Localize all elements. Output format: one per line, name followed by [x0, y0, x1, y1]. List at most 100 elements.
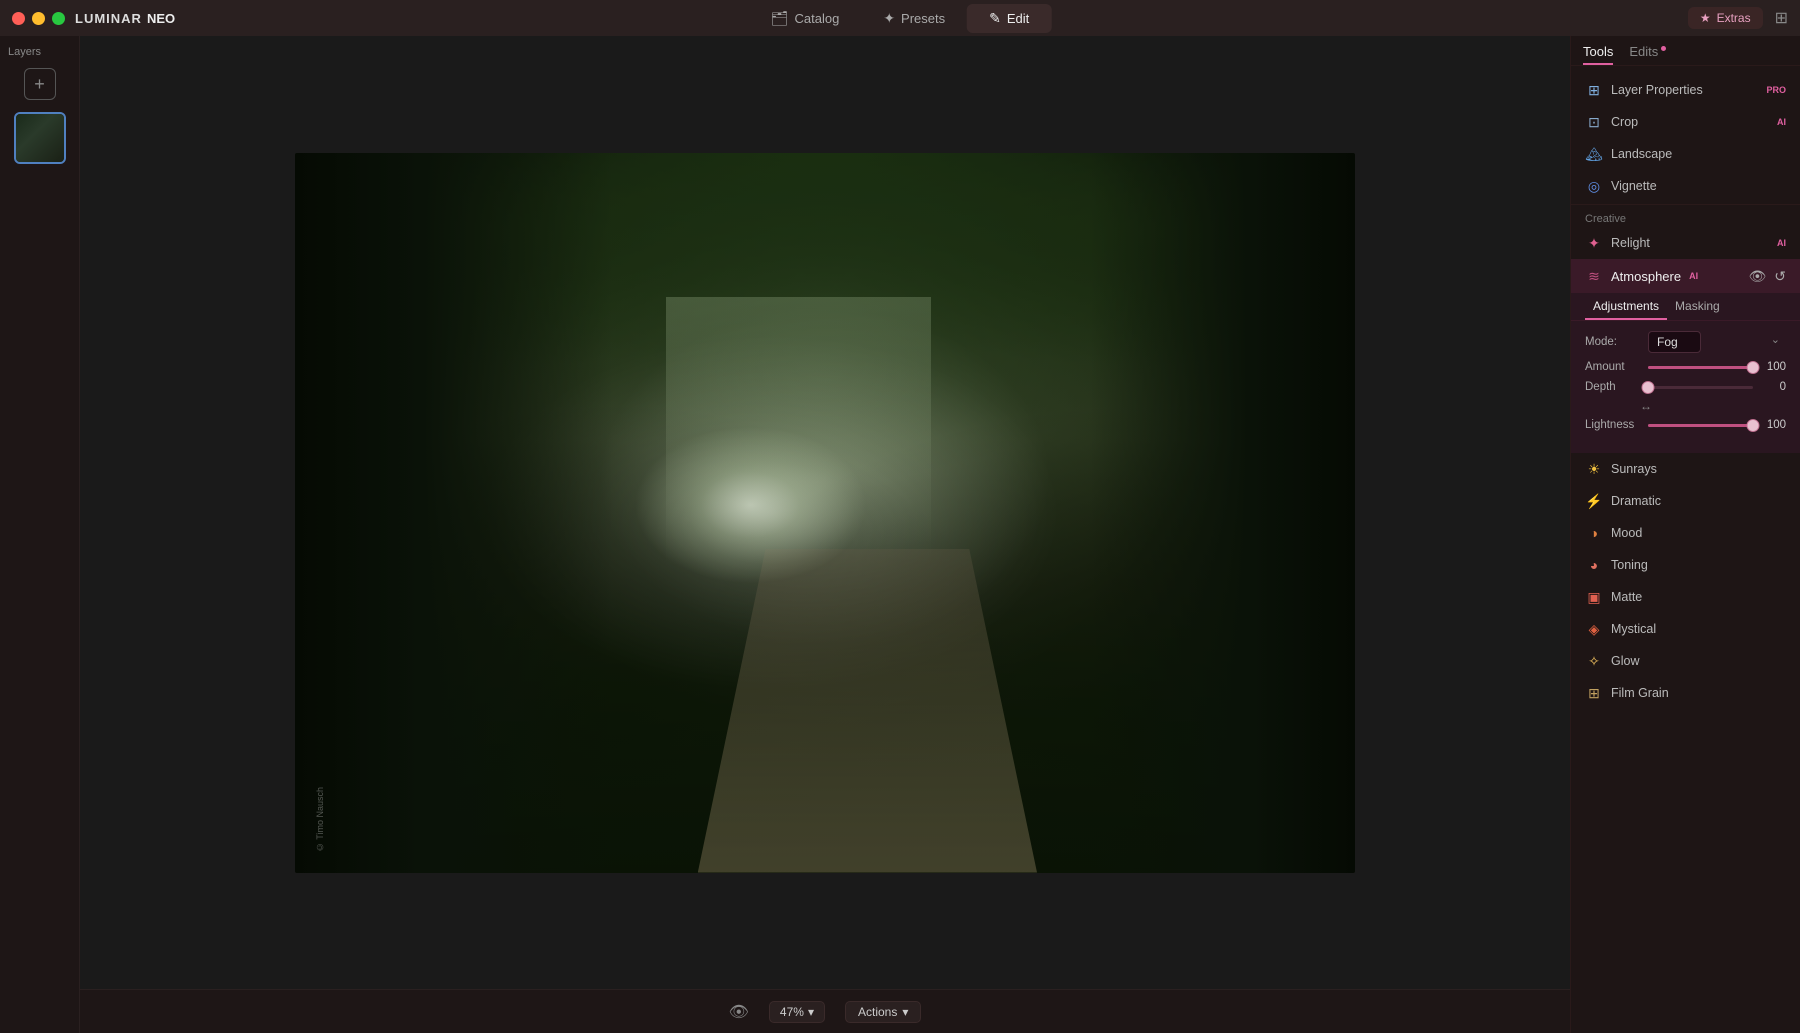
canvas-area: © Timo Nausch 👁 47% ▾ Actions ▾: [80, 36, 1570, 1033]
tool-mood[interactable]: ◑ Mood: [1571, 517, 1800, 549]
tool-layer-properties[interactable]: ⊞ Layer Properties PRO: [1571, 74, 1800, 106]
layer-thumb-image: [16, 114, 64, 162]
depth-slider-thumb[interactable]: [1642, 381, 1655, 394]
actions-button[interactable]: Actions ▾: [845, 1001, 921, 1023]
toning-label: Toning: [1611, 558, 1786, 572]
app-name: LUMINAR: [75, 11, 142, 26]
tab-tools[interactable]: Tools: [1583, 44, 1613, 65]
lightness-row: Lightness 100: [1585, 419, 1786, 431]
lightness-slider-fill: [1648, 424, 1753, 427]
catalog-label: Catalog: [795, 11, 840, 26]
extras-label: Extras: [1717, 11, 1751, 25]
actions-label: Actions: [858, 1005, 897, 1019]
lightness-slider-thumb[interactable]: [1747, 419, 1760, 432]
bottom-bar: 👁 47% ▾ Actions ▾: [80, 989, 1570, 1033]
forest-scene: © Timo Nausch: [295, 153, 1355, 873]
masking-tab-label: Masking: [1675, 299, 1720, 313]
app-suffix: NEO: [147, 11, 175, 26]
atmosphere-reset-button[interactable]: ↺: [1774, 268, 1786, 285]
film-grain-label: Film Grain: [1611, 686, 1786, 700]
close-button[interactable]: [12, 12, 25, 25]
toning-icon: ◕: [1585, 556, 1603, 574]
tool-relight[interactable]: ✦ Relight AI: [1571, 227, 1800, 259]
window-controls: [12, 12, 65, 25]
tab-catalog[interactable]: 🗂 Catalog: [749, 4, 862, 33]
mode-row: Mode: Fog Haze Mist Steam: [1585, 331, 1786, 353]
mode-label: Mode:: [1585, 336, 1640, 348]
atmosphere-sub-tabs: Adjustments Masking: [1571, 293, 1800, 321]
amount-slider-thumb[interactable]: [1747, 361, 1760, 374]
creative-divider: [1571, 204, 1800, 205]
tab-presets[interactable]: ✦ Presets: [861, 4, 967, 33]
tab-edit[interactable]: ✎ Edit: [967, 4, 1051, 33]
layer-properties-badge: PRO: [1766, 85, 1786, 95]
mystical-label: Mystical: [1611, 622, 1786, 636]
tab-edits[interactable]: Edits: [1629, 44, 1666, 65]
tool-dramatic[interactable]: ⚡ Dramatic: [1571, 485, 1800, 517]
layer-properties-label: Layer Properties: [1611, 83, 1758, 97]
mood-label: Mood: [1611, 526, 1786, 540]
mode-select-wrapper: Fog Haze Mist Steam: [1648, 331, 1786, 353]
crop-icon: ⊡: [1585, 113, 1603, 131]
add-layer-button[interactable]: +: [24, 68, 56, 100]
tool-toning[interactable]: ◕ Toning: [1571, 549, 1800, 581]
zoom-arrow-icon: ▾: [808, 1005, 814, 1019]
mystical-icon: ◈: [1585, 620, 1603, 638]
glow-label: Glow: [1611, 654, 1786, 668]
lightness-slider-track[interactable]: [1648, 424, 1753, 427]
photo-canvas: © Timo Nausch: [295, 153, 1355, 873]
atmosphere-header-left: ≋ Atmosphere AI: [1585, 267, 1698, 285]
dramatic-label: Dramatic: [1611, 494, 1786, 508]
nav-tabs: 🗂 Catalog ✦ Presets ✎ Edit: [749, 4, 1052, 33]
tool-landscape[interactable]: 🏔 Landscape: [1571, 138, 1800, 170]
titlebar-right: ★ Extras ⊞: [1688, 7, 1788, 29]
mode-select[interactable]: Fog Haze Mist Steam: [1648, 331, 1701, 353]
sunrays-icon: ☀: [1585, 460, 1603, 478]
relight-label: Relight: [1611, 236, 1769, 250]
window-icon[interactable]: ⊞: [1775, 8, 1788, 28]
tool-glow[interactable]: ✧ Glow: [1571, 645, 1800, 677]
amount-row: Amount 100: [1585, 361, 1786, 373]
vignette-icon: ◎: [1585, 177, 1603, 195]
dramatic-icon: ⚡: [1585, 492, 1603, 510]
creative-section-label: Creative: [1571, 207, 1800, 227]
relight-badge: AI: [1777, 238, 1786, 248]
minimize-button[interactable]: [32, 12, 45, 25]
tool-sunrays[interactable]: ☀ Sunrays: [1571, 453, 1800, 485]
layer-thumbnail[interactable]: [14, 112, 66, 164]
tool-crop[interactable]: ⊡ Crop AI: [1571, 106, 1800, 138]
depth-slider-track[interactable]: [1648, 386, 1753, 389]
atm-tab-adjustments[interactable]: Adjustments: [1585, 293, 1667, 320]
layers-panel: Layers +: [0, 36, 80, 1033]
depth-cursor-area: ↔: [1585, 397, 1786, 415]
atmosphere-title: Atmosphere: [1611, 269, 1681, 284]
titlebar: LUMINAR NEO 🗂 Catalog ✦ Presets ✎ Edit ★…: [0, 0, 1800, 36]
lightness-value: 100: [1761, 419, 1786, 431]
depth-label: Depth: [1585, 381, 1640, 393]
atmosphere-controls: 👁 ↺: [1748, 268, 1786, 285]
lightness-label: Lightness: [1585, 419, 1640, 431]
tool-matte[interactable]: ▣ Matte: [1571, 581, 1800, 613]
mood-icon: ◑: [1585, 524, 1603, 542]
layer-properties-icon: ⊞: [1585, 81, 1603, 99]
zoom-selector[interactable]: 47% ▾: [769, 1001, 825, 1023]
maximize-button[interactable]: [52, 12, 65, 25]
glow-icon: ✧: [1585, 652, 1603, 670]
visibility-toggle[interactable]: 👁: [729, 1002, 749, 1022]
sunrays-label: Sunrays: [1611, 462, 1786, 476]
film-grain-icon: ⊞: [1585, 684, 1603, 702]
actions-arrow-icon: ▾: [902, 1005, 908, 1019]
amount-slider-track[interactable]: [1648, 366, 1753, 369]
extras-button[interactable]: ★ Extras: [1688, 7, 1763, 29]
amount-label: Amount: [1585, 361, 1640, 373]
presets-label: Presets: [901, 11, 945, 26]
tool-vignette[interactable]: ◎ Vignette: [1571, 170, 1800, 202]
tool-mystical[interactable]: ◈ Mystical: [1571, 613, 1800, 645]
landscape-label: Landscape: [1611, 147, 1786, 161]
atmosphere-eye-button[interactable]: 👁: [1748, 268, 1766, 285]
atmosphere-header[interactable]: ≋ Atmosphere AI 👁 ↺: [1571, 259, 1800, 293]
adjustments-tab-label: Adjustments: [1593, 299, 1659, 313]
tool-film-grain[interactable]: ⊞ Film Grain: [1571, 677, 1800, 709]
vignette-label: Vignette: [1611, 179, 1786, 193]
atm-tab-masking[interactable]: Masking: [1667, 293, 1728, 320]
